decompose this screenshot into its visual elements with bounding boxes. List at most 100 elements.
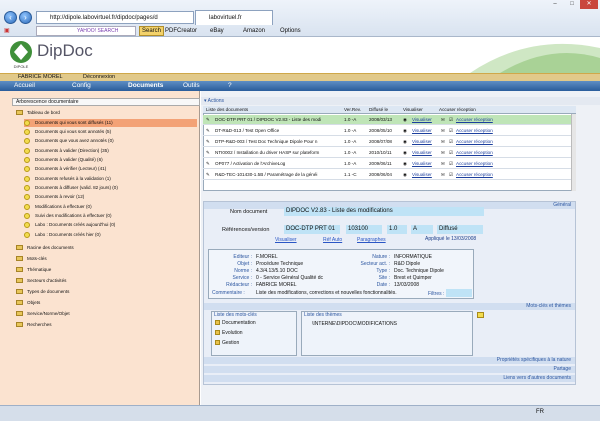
ebay-link[interactable]: eBay	[210, 25, 224, 37]
visualiser-link[interactable]: Visualiser	[412, 115, 438, 125]
edit-icon[interactable]: ✎	[206, 148, 214, 158]
general-label[interactable]: Général	[553, 202, 571, 209]
theme-item[interactable]: \INTERNE\DIPDOC\MODIFICATIONS	[312, 321, 397, 328]
sidebar-item[interactable]: Documents à revoir (12)	[24, 193, 84, 201]
search-button[interactable]: Search	[139, 26, 165, 36]
doc-date: 2008/05/10	[369, 128, 392, 133]
sidebar-item[interactable]: Labo : Documents créés hier (0)	[24, 231, 101, 239]
field-value: F.MOREL	[256, 254, 278, 260]
grid-scrollbar[interactable]	[571, 114, 576, 191]
bulb-icon	[24, 128, 30, 135]
keyword-label: Documentation	[222, 320, 256, 326]
field-value: R&D Dipole	[394, 261, 421, 267]
amazon-link[interactable]: Amazon	[243, 25, 265, 37]
partage-label[interactable]: Partage	[553, 366, 571, 373]
table-row[interactable]: ✎ OP077 / Activation de l'ArchiveLog 1.0 -…	[203, 159, 576, 169]
sidebar-item[interactable]: Documents à valider (Qualité) (6)	[24, 156, 103, 164]
folder-icon	[16, 256, 23, 262]
sidebar-item[interactable]: Objets	[16, 299, 40, 307]
sidebar-item[interactable]: Thématique	[16, 266, 51, 274]
close-icon[interactable]: ✕	[580, 0, 598, 9]
folder-icon	[16, 289, 23, 295]
col-accuser[interactable]: Accuser réception	[439, 106, 476, 114]
actions-toggle[interactable]: ▾ Actions	[204, 97, 224, 105]
tab-labovirtuel[interactable]: labovirtuel.fr	[195, 10, 273, 25]
edit-themes-icon[interactable]	[477, 312, 484, 318]
sidebar-item[interactable]: Documents qui vous sont annotés (5)	[24, 128, 111, 136]
minimize-icon[interactable]: –	[546, 0, 564, 9]
maximize-icon[interactable]: □	[563, 0, 581, 9]
sidebar-item[interactable]: Racine des documents	[16, 244, 74, 252]
sidebar-item[interactable]: Documents qui vous sont diffusés (11)	[24, 119, 197, 127]
edit-icon[interactable]: ✎	[206, 115, 214, 125]
table-row[interactable]: ✎ R&D-TEC-101430-1.5B / Paramétrage de la…	[203, 170, 576, 180]
col-diffuse[interactable]: Diffusé le	[369, 106, 388, 114]
edit-icon[interactable]: ✎	[206, 137, 214, 147]
doc-version: 1.0 -A	[344, 128, 357, 133]
accuser-link[interactable]: Accuser réception	[456, 137, 506, 147]
menu-help[interactable]: ?	[228, 81, 232, 91]
sidebar-item[interactable]: Secteurs d'activités	[16, 277, 66, 285]
visualiser-link[interactable]: Visualiser	[412, 148, 438, 158]
options-menu[interactable]: Options	[280, 25, 301, 37]
ref-auto-link[interactable]: Réf Auto	[323, 237, 342, 243]
visualiser-link[interactable]: Visualiser	[275, 237, 297, 243]
visualiser-link[interactable]: Visualiser	[412, 170, 438, 180]
edit-icon[interactable]: ✎	[206, 159, 214, 169]
accuser-link[interactable]: Accuser réception	[456, 159, 506, 169]
keyword-item[interactable]: Gestion	[215, 340, 239, 347]
field-label: Objet :	[237, 261, 252, 267]
sidebar-item[interactable]: Recherches	[16, 321, 52, 329]
field-label: Service :	[232, 275, 252, 281]
menu-config[interactable]: Config	[72, 81, 91, 91]
pdf-forge-icon: ▣	[4, 28, 10, 34]
menu-accueil[interactable]: Accueil	[14, 81, 35, 91]
sidebar-item[interactable]: Documents à vérifier (Lecteur) (41)	[24, 165, 106, 173]
visualiser-link[interactable]: Visualiser	[412, 126, 438, 136]
keyword-item[interactable]: Documentation	[215, 320, 256, 327]
liens-label[interactable]: Liens vers d'autres documents	[503, 375, 571, 382]
mots-themes-label[interactable]: Mots-clés et thèmes	[526, 303, 571, 310]
back-button[interactable]: ‹	[4, 11, 17, 24]
col-visualiser[interactable]: Visualiser	[403, 106, 423, 114]
visualiser-link[interactable]: Visualiser	[412, 137, 438, 147]
sidebar-item[interactable]: Labo : Documents créés aujourd'hui (0)	[24, 221, 115, 229]
table-row[interactable]: ✎ DT-R&D-013 / Test Open Office 1.0 -A 2008…	[203, 126, 576, 136]
sidebar-item[interactable]: Suivi des modifications à effectuer (0)	[24, 212, 112, 220]
col-liste[interactable]: Liste des documents	[206, 106, 248, 114]
accuser-link[interactable]: Accuser réception	[456, 115, 506, 125]
visualiser-link[interactable]: Visualiser	[412, 159, 438, 169]
pdfcreator-link[interactable]: PDFCreator	[165, 25, 197, 37]
table-row[interactable]: ✎ DOC-DTP PRT 01 / DIPDOC V2.83 - Liste d…	[203, 115, 576, 125]
sidebar-item[interactable]: Modifications à effectuer (0)	[24, 203, 92, 211]
paragraphes-link[interactable]: Paragraphes	[357, 237, 386, 243]
accuser-link[interactable]: Accuser réception	[456, 126, 506, 136]
sidebar-item[interactable]: Documents à valider (Direction) (35)	[24, 147, 109, 155]
col-version[interactable]: Ver.Rev.	[344, 106, 361, 114]
keyword-item[interactable]: Evolution	[215, 330, 243, 337]
bulb-icon	[24, 175, 30, 182]
language-indicator[interactable]: FR	[536, 409, 544, 415]
forward-button[interactable]: ›	[19, 11, 32, 24]
accuser-link[interactable]: Accuser réception	[456, 170, 506, 180]
sidebar-item-label: Objets	[27, 300, 41, 305]
edit-icon[interactable]: ✎	[206, 170, 214, 180]
proprietes-label[interactable]: Propriétés spécifiques à la nature	[497, 357, 571, 364]
menu-documents[interactable]: Documents	[128, 81, 163, 91]
sidebar-item[interactable]: Service/Norme/Objet	[16, 310, 70, 318]
sidebar-item[interactable]: Types de documents	[16, 288, 69, 296]
accuser-link[interactable]: Accuser réception	[456, 148, 506, 158]
sidebar-item[interactable]: Mots-clés	[16, 255, 47, 263]
logout-link[interactable]: Déconnexion	[83, 74, 115, 81]
table-row[interactable]: ✎ DTP-R&D-003 / Test Doc Technique Dipole…	[203, 137, 576, 147]
table-row[interactable]: ✎ NTI0002 / Installation du driver HASP s…	[203, 148, 576, 158]
sidebar-item[interactable]: Tableau de bord	[16, 109, 60, 117]
search-input[interactable]: YAHOO! SEARCH	[36, 26, 136, 36]
sidebar-item[interactable]: Documents refusés à la validation (1)	[24, 175, 111, 183]
address-bar[interactable]: http://dipole.labovirtuel.fr/dipdoc/page…	[36, 11, 194, 24]
sidebar-item[interactable]: Documents que vous avez annotés (0)	[24, 137, 114, 145]
sidebar-item-label: Documents à valider (Qualité) (6)	[35, 157, 103, 162]
sidebar-item[interactable]: Documents à diffuser (valid. 82 jours) (…	[24, 184, 118, 192]
edit-icon[interactable]: ✎	[206, 126, 214, 136]
menu-outils[interactable]: Outils	[183, 81, 200, 91]
